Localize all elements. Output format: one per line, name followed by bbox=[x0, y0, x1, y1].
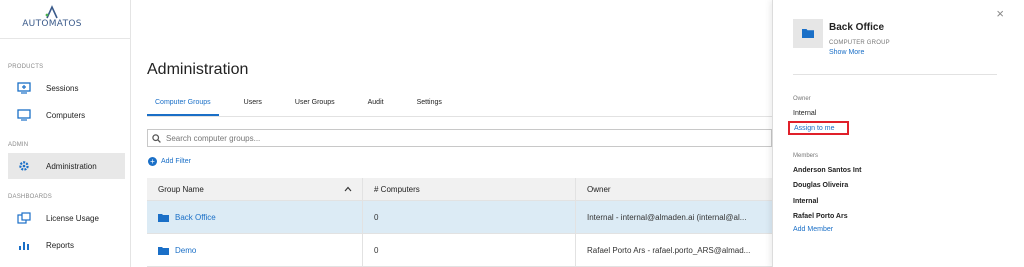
member-item: Anderson Santos Int bbox=[793, 167, 862, 174]
computers-count-cell: 0 bbox=[362, 200, 575, 234]
member-item: Douglas Oliveira bbox=[793, 182, 849, 189]
group-name-link[interactable]: Demo bbox=[175, 246, 196, 255]
table-row[interactable]: Back Office 0 Internal - internal@almade… bbox=[147, 200, 772, 234]
sidebar-item-license-usage[interactable]: License Usage bbox=[8, 205, 125, 231]
computer-groups-table: Group Name # Computers Owner Back Office… bbox=[147, 177, 772, 267]
sessions-icon bbox=[16, 81, 32, 95]
column-header-group-name[interactable]: Group Name bbox=[147, 178, 362, 201]
members-label: Members bbox=[793, 153, 819, 159]
group-name-cell: Back Office bbox=[147, 201, 362, 234]
divider bbox=[147, 116, 772, 117]
sidebar-item-label: Reports bbox=[46, 240, 75, 250]
computer-icon bbox=[16, 108, 32, 122]
folder-icon bbox=[158, 246, 169, 255]
panel-subtitle: COMPUTER GROUP bbox=[829, 40, 890, 46]
add-member-link[interactable]: Add Member bbox=[793, 226, 833, 233]
section-label-admin: ADMIN bbox=[8, 142, 29, 148]
sidebar-item-label: License Usage bbox=[46, 213, 99, 223]
owner-label: Owner bbox=[793, 96, 811, 102]
close-icon[interactable]: × bbox=[996, 6, 1004, 21]
tab-user-groups[interactable]: User Groups bbox=[287, 96, 343, 116]
computers-count-cell: 0 bbox=[362, 233, 575, 267]
plus-icon: + bbox=[148, 157, 157, 166]
bar-chart-icon bbox=[16, 238, 32, 252]
page-title: Administration bbox=[147, 61, 249, 78]
logo-text: AUTOMATOS bbox=[22, 19, 82, 29]
search-box bbox=[147, 129, 772, 147]
tab-bar: Computer Groups Users User Groups Audit … bbox=[147, 96, 467, 116]
sort-ascending-icon bbox=[344, 185, 352, 194]
tab-audit[interactable]: Audit bbox=[360, 96, 392, 116]
tab-settings[interactable]: Settings bbox=[409, 96, 450, 116]
folder-icon bbox=[158, 213, 169, 222]
owner-value: Internal bbox=[793, 110, 817, 117]
group-name-link[interactable]: Back Office bbox=[175, 213, 216, 222]
column-header-computers[interactable]: # Computers bbox=[362, 177, 575, 201]
gear-icon bbox=[16, 159, 32, 173]
search-icon bbox=[152, 133, 164, 143]
column-header-label: Group Name bbox=[158, 184, 204, 194]
sidebar-item-reports[interactable]: Reports bbox=[8, 232, 125, 258]
sidebar-item-sessions[interactable]: Sessions bbox=[8, 75, 125, 101]
panel-title: Back Office bbox=[829, 22, 885, 33]
column-header-owner[interactable]: Owner bbox=[575, 177, 772, 201]
sidebar-item-administration[interactable]: Administration bbox=[8, 153, 125, 179]
add-filter-button[interactable]: + Add Filter bbox=[148, 157, 191, 166]
member-item: Rafael Porto Ars bbox=[793, 213, 848, 220]
divider bbox=[793, 74, 997, 75]
sidebar-item-computers[interactable]: Computers bbox=[8, 102, 125, 128]
show-more-link[interactable]: Show More bbox=[829, 49, 864, 56]
tab-users[interactable]: Users bbox=[236, 96, 270, 116]
sidebar-item-label: Administration bbox=[46, 161, 97, 171]
folder-icon bbox=[802, 25, 814, 43]
add-filter-label: Add Filter bbox=[161, 158, 191, 165]
details-panel: × Back Office COMPUTER GROUP Show More O… bbox=[772, 0, 1024, 267]
logo[interactable]: AUTOMATOS bbox=[14, 5, 90, 35]
owner-cell: Internal - internal@almaden.ai (internal… bbox=[575, 200, 772, 234]
logo-mark-icon bbox=[45, 5, 58, 19]
sidebar: AUTOMATOS PRODUCTS Sessions Computers AD… bbox=[0, 0, 131, 267]
owner-cell: Rafael Porto Ars - rafael.porto_ARS@alma… bbox=[575, 233, 772, 267]
section-label-dashboards: DASHBOARDS bbox=[8, 194, 53, 200]
tab-computer-groups[interactable]: Computer Groups bbox=[147, 96, 219, 116]
search-input[interactable] bbox=[166, 133, 726, 143]
sidebar-item-label: Computers bbox=[46, 110, 86, 120]
sidebar-item-label: Sessions bbox=[46, 83, 79, 93]
group-name-cell: Demo bbox=[147, 234, 362, 267]
assign-to-me-button[interactable]: Assign to me bbox=[788, 121, 849, 135]
group-avatar bbox=[793, 19, 823, 48]
divider bbox=[0, 38, 131, 39]
member-item: Internal bbox=[793, 198, 819, 205]
section-label-products: PRODUCTS bbox=[8, 64, 44, 70]
table-header: Group Name # Computers Owner bbox=[147, 177, 772, 201]
table-row[interactable]: Demo 0 Rafael Porto Ars - rafael.porto_A… bbox=[147, 233, 772, 267]
license-icon bbox=[16, 211, 32, 225]
